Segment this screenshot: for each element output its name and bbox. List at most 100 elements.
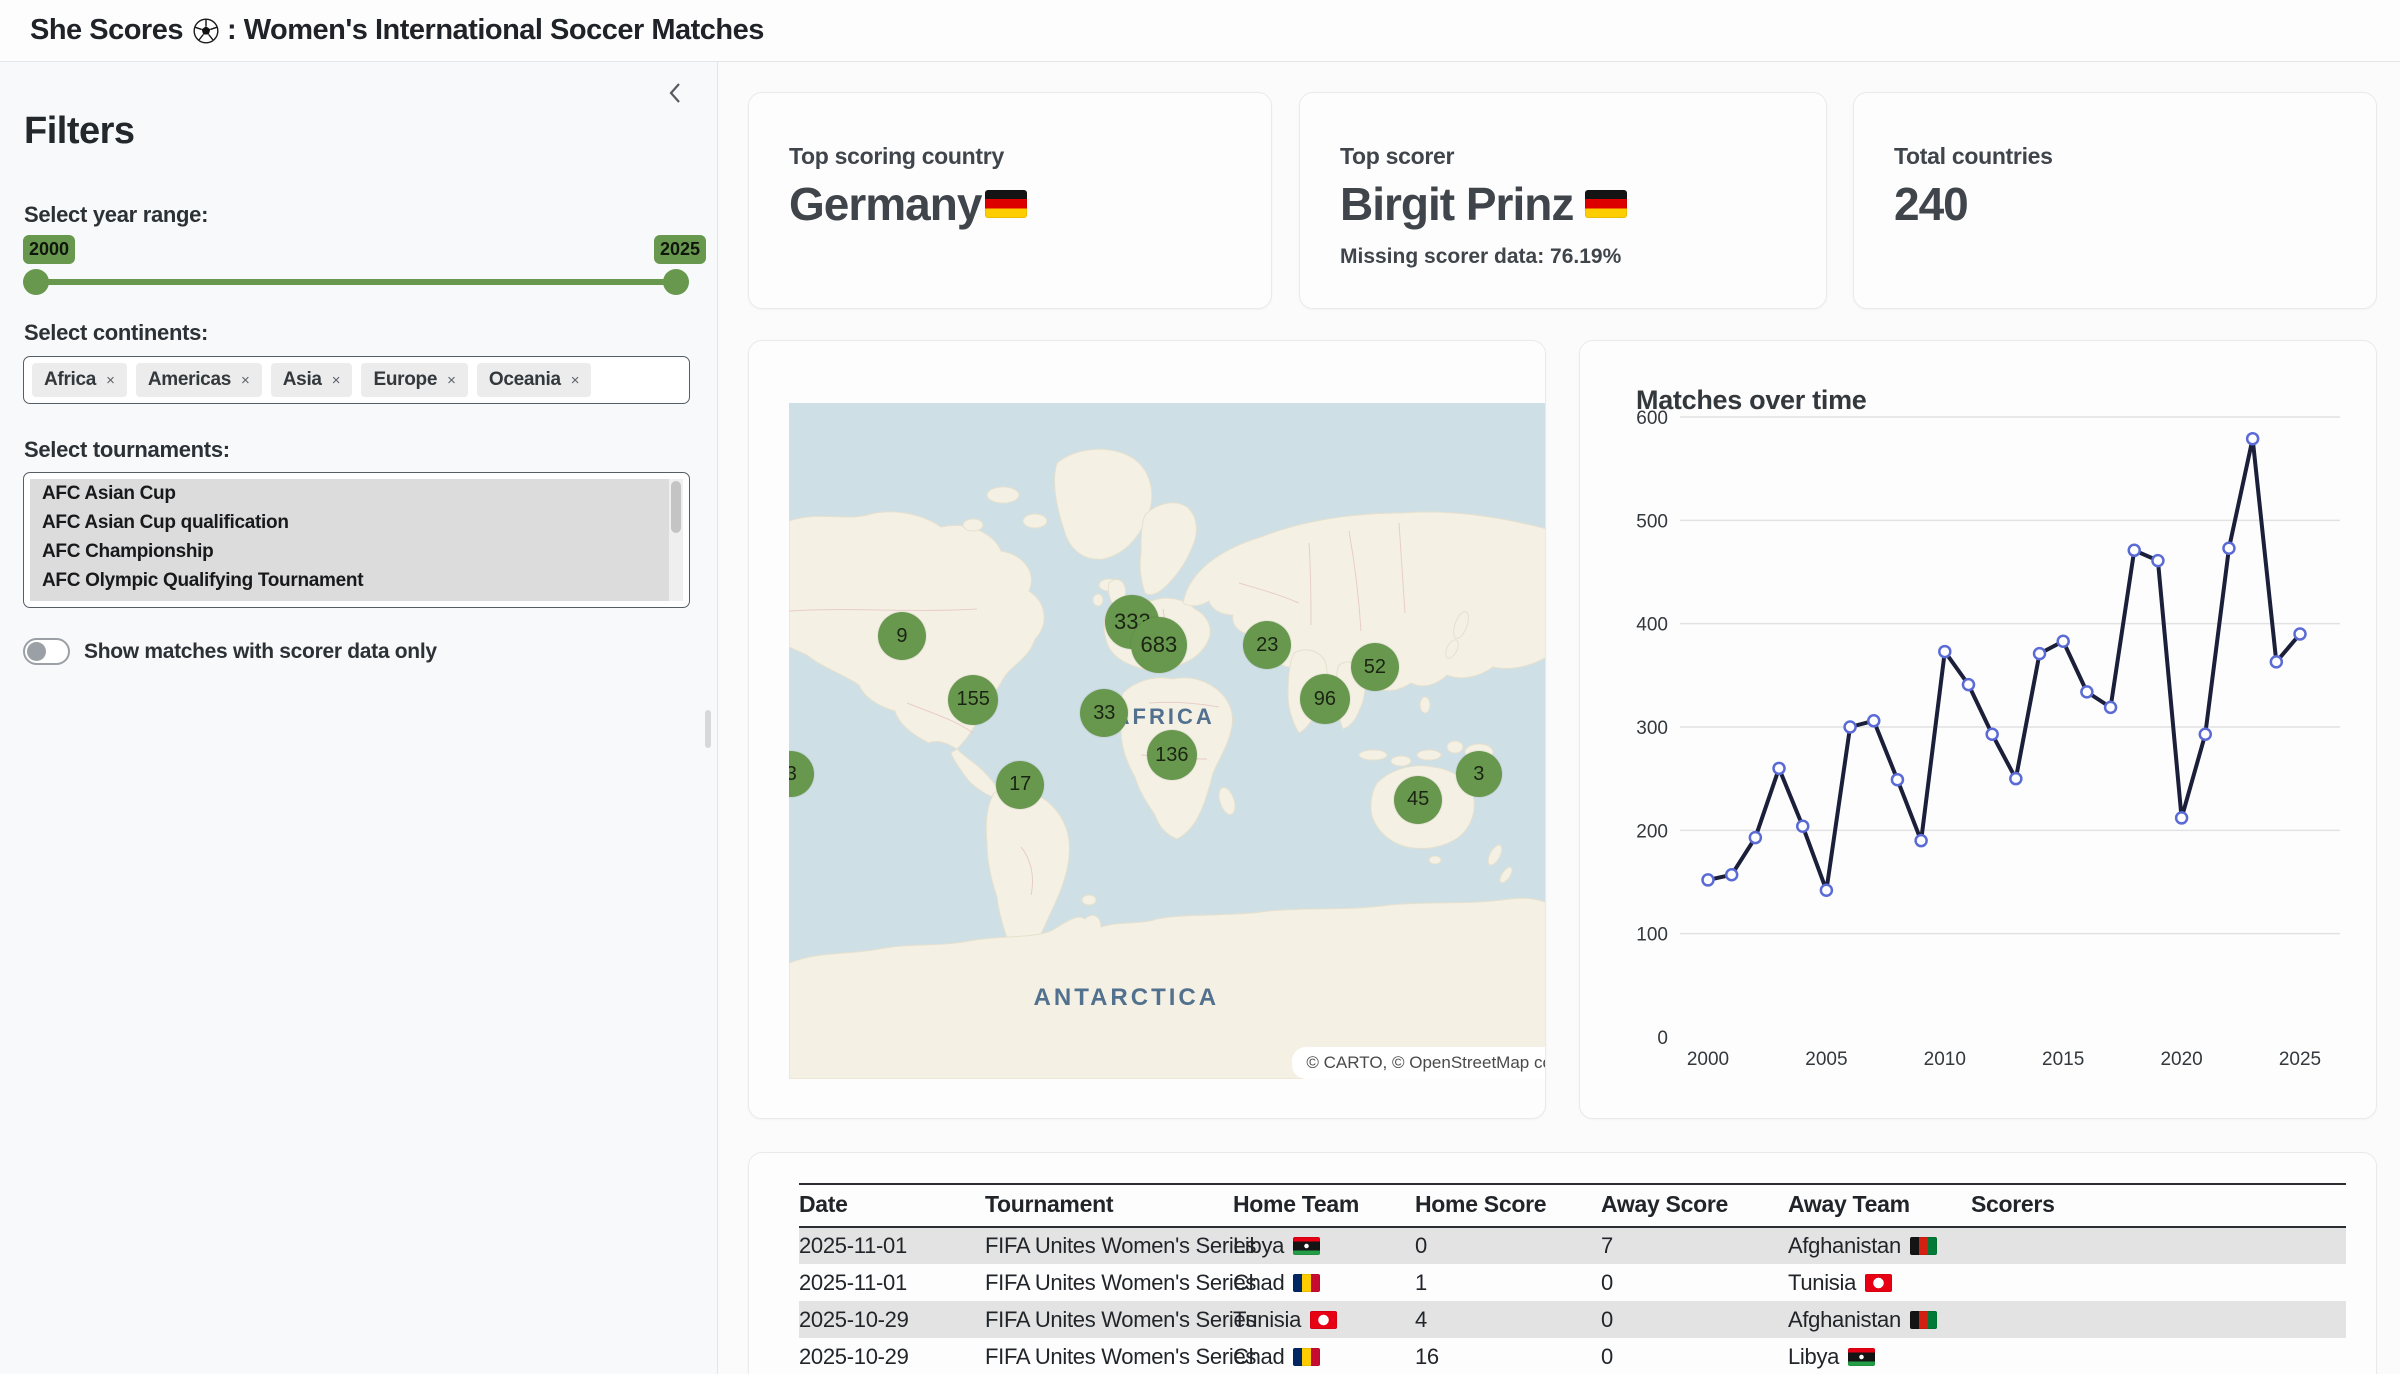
continents-multiselect[interactable]: Africa × Americas × Asia × Europe × Ocea… (23, 356, 690, 404)
year-min-badge: 2000 (23, 235, 75, 264)
map-card: AFRICA ANTARCTICA 9155333683331362396521… (748, 340, 1546, 1119)
tournaments-list: AFC Asian Cup AFC Asian Cup qualificatio… (30, 479, 683, 601)
app-header: She Scores : Women's International Socce… (0, 0, 2400, 62)
value-box-top-scoring-country: Top scoring country Germany (748, 92, 1272, 309)
year-range-label: Select year range: (24, 202, 208, 228)
continent-tag-asia[interactable]: Asia × (271, 363, 353, 397)
continents-label: Select continents: (24, 320, 208, 346)
chad-flag-icon (1293, 1274, 1320, 1292)
toggle-knob (27, 642, 46, 661)
continent-tag-oceania[interactable]: Oceania × (477, 363, 592, 397)
value-box-title: Top scorer (1340, 143, 1454, 170)
svg-text:2020: 2020 (2160, 1049, 2202, 1070)
table-row: 2025-11-01 FIFA Unites Women's Series Ch… (799, 1264, 2346, 1301)
table-header-row: Date Tournament Home Team Home Score Awa… (799, 1184, 2346, 1227)
tag-label: Europe (373, 369, 437, 391)
tournaments-label: Select tournaments: (24, 437, 230, 463)
map-cluster-marker[interactable]: 136 (1147, 730, 1197, 780)
map-attribution[interactable]: © CARTO, © OpenStreetMap contrib (1292, 1047, 1546, 1079)
page-title-prefix: She Scores (30, 14, 183, 47)
col-away-team: Away Team (1788, 1184, 1971, 1227)
continent-tag-africa[interactable]: Africa × (32, 363, 127, 397)
page-title: She Scores : Women's International Socce… (30, 14, 764, 47)
tournament-option[interactable]: AFC Asian Cup (30, 479, 683, 508)
col-tournament: Tournament (985, 1184, 1233, 1227)
map-cluster-marker[interactable]: 9 (878, 612, 926, 660)
germany-flag-icon (985, 190, 1027, 218)
year-slider-handle-min[interactable] (23, 269, 49, 295)
svg-text:500: 500 (1636, 511, 1668, 532)
chart-card: Matches over time 0100200300400500600200… (1579, 340, 2377, 1119)
table-row: 2025-10-29 FIFA Unites Women's Series Ch… (799, 1338, 2346, 1374)
year-max-badge: 2025 (654, 235, 706, 264)
svg-text:200: 200 (1636, 821, 1668, 842)
tournament-option[interactable]: AFC Championship (30, 537, 683, 566)
total-countries-value: 240 (1894, 177, 1968, 231)
svg-text:0: 0 (1657, 1028, 1668, 1049)
svg-text:2015: 2015 (2042, 1049, 2084, 1070)
soccer-ball-icon (192, 17, 220, 45)
tournament-option[interactable]: AFC Olympic Qualifying Tournament (30, 566, 683, 595)
matches-table: Date Tournament Home Team Home Score Awa… (799, 1183, 2346, 1374)
sidebar-collapse-button[interactable] (661, 80, 689, 108)
table-row: 2025-11-01 FIFA Unites Women's Series Li… (799, 1227, 2346, 1264)
col-date: Date (799, 1184, 985, 1227)
page-title-suffix: : Women's International Soccer Matches (227, 14, 764, 47)
year-range-slider[interactable] (36, 279, 676, 285)
tournament-option[interactable]: AFC Asian Cup qualification (30, 508, 683, 537)
remove-tag-icon[interactable]: × (571, 372, 580, 389)
tag-label: Oceania (489, 369, 561, 391)
value-box-title: Top scoring country (789, 143, 1004, 170)
map-cluster-marker[interactable]: 17 (996, 761, 1044, 809)
remove-tag-icon[interactable]: × (447, 372, 456, 389)
tag-label: Africa (44, 369, 96, 391)
afghanistan-flag-icon (1910, 1311, 1937, 1329)
africa-map-label: AFRICA (1114, 704, 1215, 730)
col-home-team: Home Team (1233, 1184, 1415, 1227)
germany-flag-icon (1585, 190, 1627, 218)
tournaments-listbox[interactable]: AFC Asian Cup AFC Asian Cup qualificatio… (23, 472, 690, 608)
map-cluster-marker[interactable]: 45 (1394, 776, 1442, 824)
map-cluster-marker[interactable]: 683 (1131, 617, 1187, 673)
svg-text:300: 300 (1636, 718, 1668, 739)
afghanistan-flag-icon (1910, 1237, 1937, 1255)
tunisia-flag-icon (1865, 1274, 1892, 1292)
svg-text:100: 100 (1636, 925, 1668, 946)
sidebar: Filters Select year range: 2000 2025 Sel… (0, 62, 718, 1374)
matches-over-time-chart: 0100200300400500600200020052010201520202… (1580, 341, 2378, 1120)
col-home-score: Home Score (1415, 1184, 1601, 1227)
listbox-scrollbar-thumb[interactable] (671, 481, 681, 533)
map-cluster-marker[interactable]: 3 (1456, 751, 1502, 797)
tunisia-flag-icon (1310, 1311, 1337, 1329)
map-cluster-marker[interactable]: 23 (1243, 621, 1291, 669)
remove-tag-icon[interactable]: × (106, 372, 115, 389)
libya-flag-icon (1293, 1237, 1320, 1255)
svg-text:400: 400 (1636, 615, 1668, 636)
map-cluster-marker[interactable]: 155 (948, 675, 998, 725)
value-box-value: Birgit Prinz (1340, 177, 1627, 231)
col-scorers: Scorers (1971, 1184, 2346, 1227)
filters-heading: Filters (24, 110, 135, 153)
svg-text:2010: 2010 (1924, 1049, 1966, 1070)
svg-text:2000: 2000 (1687, 1049, 1729, 1070)
top-country-value: Germany (789, 177, 981, 231)
sidebar-scrollbar-thumb[interactable] (705, 710, 711, 748)
year-slider-handle-max[interactable] (663, 269, 689, 295)
libya-flag-icon (1848, 1348, 1875, 1366)
continent-tag-americas[interactable]: Americas × (136, 363, 262, 397)
remove-tag-icon[interactable]: × (332, 372, 341, 389)
map-cluster-marker[interactable]: 33 (1080, 689, 1128, 737)
world-map[interactable]: AFRICA ANTARCTICA 9155333683331362396521… (789, 403, 1546, 1079)
value-box-top-scorer: Top scorer Birgit Prinz Missing scorer d… (1299, 92, 1827, 309)
top-scorer-value: Birgit Prinz (1340, 177, 1573, 231)
map-cluster-marker[interactable]: 52 (1351, 643, 1399, 691)
scorer-toggle-row: Show matches with scorer data only (23, 638, 437, 665)
chad-flag-icon (1293, 1348, 1320, 1366)
tag-label: Asia (283, 369, 322, 391)
svg-text:600: 600 (1636, 408, 1668, 429)
remove-tag-icon[interactable]: × (241, 372, 250, 389)
continent-tag-europe[interactable]: Europe × (361, 363, 467, 397)
missing-scorer-data-note: Missing scorer data: 76.19% (1340, 245, 1621, 269)
scorer-data-toggle[interactable] (23, 638, 70, 665)
map-cluster-marker[interactable]: 96 (1300, 674, 1350, 724)
